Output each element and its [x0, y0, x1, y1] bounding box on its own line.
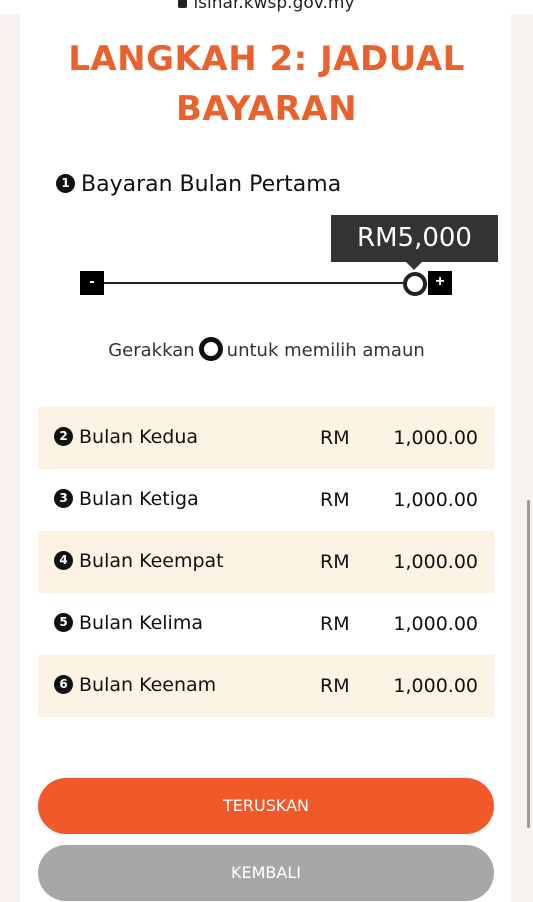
amount-value: 1,000.00 — [393, 427, 478, 449]
step-number-badge: 5 — [54, 613, 73, 632]
decrease-button[interactable]: - — [80, 271, 104, 295]
browser-address-bar[interactable]: isinar.kwsp.gov.my — [0, 0, 533, 14]
month-label: Bulan Keenam — [79, 674, 217, 696]
step-number-badge: 4 — [54, 551, 73, 570]
step-number-badge: 6 — [54, 675, 73, 694]
month-label: Bulan Ketiga — [79, 488, 199, 510]
slider-hint: Gerakkan untuk memilih amaun — [0, 337, 533, 363]
currency-label: RM — [320, 613, 350, 635]
tooltip-arrow — [406, 262, 422, 270]
currency-label: RM — [320, 489, 350, 511]
amount-tooltip: RM5,000 — [331, 215, 498, 262]
schedule-row: 6 Bulan Keenam RM 1,000.00 — [38, 655, 494, 717]
slider-track[interactable] — [104, 282, 424, 284]
page-title-line2: BAYARAN — [175, 89, 358, 129]
url-display[interactable]: isinar.kwsp.gov.my — [0, 0, 533, 13]
page-title-line1: LANGKAH 2: JADUAL — [68, 39, 465, 79]
month-label: Bulan Keempat — [79, 550, 224, 572]
step-number-badge: 1 — [56, 173, 75, 193]
hint-text-before: Gerakkan — [108, 340, 195, 361]
url-text: isinar.kwsp.gov.my — [193, 0, 355, 13]
amount-value: 1,000.00 — [393, 551, 478, 573]
page-title: LANGKAH 2: JADUAL BAYARAN — [0, 34, 533, 134]
schedule-row: 5 Bulan Kelima RM 1,000.00 — [38, 593, 494, 655]
back-button[interactable]: KEMBALI — [38, 845, 494, 901]
schedule-row: 3 Bulan Ketiga RM 1,000.00 — [38, 469, 494, 531]
currency-label: RM — [320, 675, 350, 697]
currency-label: RM — [320, 551, 350, 573]
scrollbar[interactable] — [527, 500, 530, 828]
first-payment-label: Bayaran Bulan Pertama — [81, 172, 342, 197]
step-number-badge: 2 — [54, 427, 73, 446]
amount-value: 1,000.00 — [393, 675, 478, 697]
currency-label: RM — [320, 427, 350, 449]
slider-handle[interactable] — [403, 272, 427, 296]
amount-value: 1,000.00 — [393, 489, 478, 511]
hint-text-after: untuk memilih amaun — [226, 340, 425, 361]
first-payment-heading: 1 Bayaran Bulan Pertama — [56, 172, 341, 197]
slider-handle-icon — [198, 337, 223, 361]
increase-button[interactable]: + — [428, 271, 452, 295]
month-label: Bulan Kedua — [79, 426, 199, 448]
amount-value: 1,000.00 — [393, 613, 478, 635]
schedule-row: 4 Bulan Keempat RM 1,000.00 — [38, 531, 494, 593]
lock-icon — [178, 0, 188, 8]
step-number-badge: 3 — [54, 489, 73, 508]
schedule-row: 2 Bulan Kedua RM 1,000.00 — [38, 407, 494, 469]
month-label: Bulan Kelima — [79, 612, 203, 634]
continue-button[interactable]: TERUSKAN — [38, 778, 494, 834]
